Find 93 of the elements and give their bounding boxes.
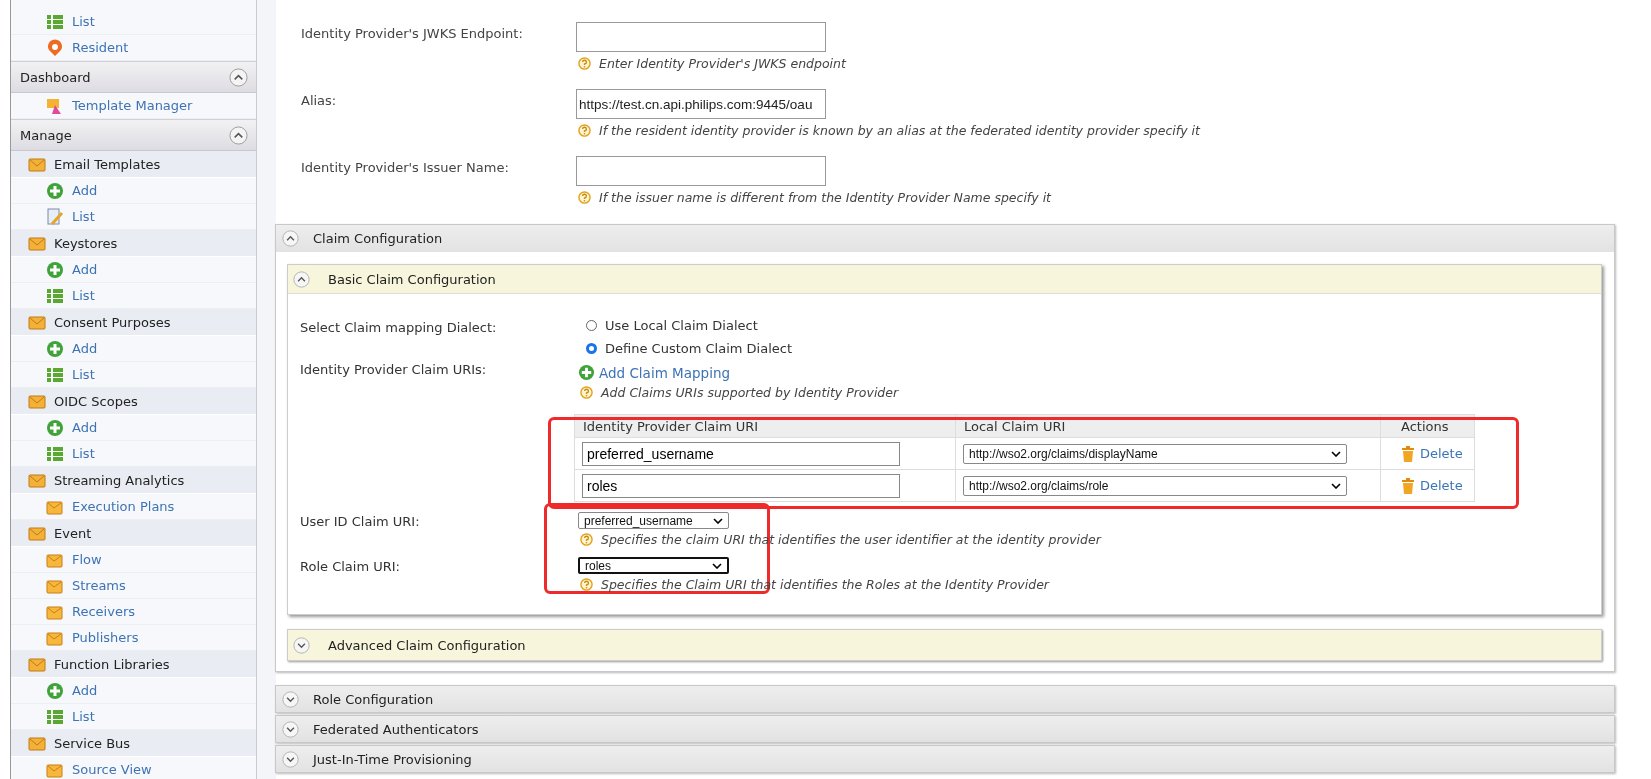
collapse-icon[interactable] (229, 125, 248, 145)
list-icon (46, 286, 64, 305)
expand-icon[interactable] (282, 750, 299, 768)
help-icon (580, 578, 593, 591)
group-label: Event (54, 525, 92, 541)
sidebar-link[interactable]: Add (11, 257, 256, 283)
claim-uri-dropdown[interactable]: roles (578, 557, 729, 574)
local-claim-dropdown[interactable]: http://wso2.org/claims/role (963, 475, 1347, 496)
sidebar-link[interactable]: Receivers (11, 599, 256, 625)
caret-icon (713, 517, 723, 524)
sidebar-link[interactable]: Streams (11, 573, 256, 599)
sidebar-link[interactable]: List (11, 9, 256, 35)
sidebar-link[interactable]: Flow (11, 547, 256, 573)
group-label: Streaming Analytics (54, 472, 185, 488)
sidebar-section-header[interactable]: Manage (11, 119, 256, 151)
section-title: Role Configuration (313, 691, 434, 707)
radio-button[interactable] (586, 320, 597, 331)
section-title: Federated Authenticators (313, 721, 479, 737)
add-icon (46, 418, 64, 437)
local-claim-dropdown[interactable]: http://wso2.org/claims/displayName (963, 443, 1347, 464)
field-label: Identity Provider's JWKS Endpoint: (301, 25, 524, 43)
sidebar-link[interactable]: Add (11, 415, 256, 441)
hint-text: Add Claims URIs supported by Identity Provider (601, 385, 899, 400)
list-icon (46, 444, 64, 463)
caret-icon (1331, 482, 1341, 489)
field-label: User ID Claim URI: (300, 513, 421, 531)
sidebar-link[interactable]: Add (11, 178, 256, 204)
text-field[interactable] (576, 156, 826, 186)
field-label: Role Claim URI: (300, 558, 401, 576)
add-icon (578, 364, 595, 381)
sidebar-link[interactable]: Source View (11, 757, 256, 779)
column-header: Local Claim URI (955, 414, 1381, 438)
add-icon (46, 181, 64, 200)
field-label: Identity Provider's Issuer Name: (301, 159, 510, 177)
help-icon (578, 57, 591, 70)
help-icon (580, 533, 593, 546)
sidebar-link[interactable]: Add (11, 336, 256, 362)
section-title: Dashboard (20, 69, 91, 85)
sidebar-section-header[interactable]: Dashboard (11, 61, 256, 93)
text-field[interactable] (576, 22, 826, 52)
collapse-icon[interactable] (282, 230, 299, 247)
expand-icon[interactable] (293, 636, 310, 654)
expand-icon[interactable] (282, 690, 299, 708)
list-icon (46, 12, 64, 31)
group-label: Consent Purposes (54, 314, 171, 330)
claim-uri-field[interactable]: preferred_username (582, 441, 900, 466)
panel-title: Claim Configuration (313, 231, 443, 246)
group-label: Email Templates (54, 156, 161, 172)
help-icon (578, 124, 591, 137)
section-title: Manage (20, 127, 72, 143)
group-label: OIDC Scopes (54, 393, 138, 409)
collapse-icon[interactable] (229, 67, 248, 87)
radio-button[interactable] (586, 343, 597, 354)
trash-icon (1401, 445, 1415, 462)
group-label: Service Bus (54, 735, 131, 751)
list-icon (46, 365, 64, 384)
trash-icon (1401, 477, 1415, 494)
hint-text: Enter Identity Provider's JWKS endpoint (599, 56, 846, 71)
text-field[interactable]: https://test.cn.api.philips.com:9445/oau (576, 89, 826, 119)
hint-text: If the resident identity provider is known by an alias at the federated identity provider specify it (599, 123, 1200, 138)
column-header: Identity Provider Claim URI (574, 414, 956, 438)
section-title: Just-In-Time Provisioning (313, 751, 472, 767)
radio-option[interactable]: Use Local Claim Dialect (586, 318, 792, 333)
group-label: Keystores (54, 235, 118, 251)
expand-icon[interactable] (282, 720, 299, 738)
sidebar-link[interactable]: Add (11, 678, 256, 704)
panel-header[interactable]: Claim Configuration (276, 225, 1614, 252)
collapsed-section-header[interactable]: Federated Authenticators (275, 715, 1615, 743)
hint-text: If the issuer name is different from the Identity Provider Name specify it (599, 190, 1051, 205)
collapsed-section-header[interactable]: Just-In-Time Provisioning (275, 745, 1615, 773)
panel-header[interactable]: Basic Claim Configuration (288, 265, 1601, 294)
group-label: Function Libraries (54, 656, 170, 672)
add-claim-mapping-link[interactable]: Add Claim Mapping (578, 364, 899, 381)
panel-header[interactable]: Advanced Claim Configuration (288, 630, 1601, 660)
help-icon (580, 386, 593, 399)
collapse-icon[interactable] (293, 270, 310, 288)
field-label: Alias: (301, 92, 338, 110)
radio-option[interactable]: Define Custom Claim Dialect (586, 341, 792, 356)
claim-uri-field[interactable]: roles (582, 473, 900, 498)
claim-uri-dropdown[interactable]: preferred_username (578, 512, 729, 529)
add-icon (46, 681, 64, 700)
panel-title: Basic Claim Configuration (328, 271, 496, 287)
caret-icon (712, 562, 722, 569)
collapsed-section-header[interactable]: Role Configuration (275, 685, 1615, 713)
edit-icon (46, 207, 64, 226)
panel-title: Advanced Claim Configuration (328, 637, 526, 653)
field-label: Identity Provider Claim URIs: (300, 361, 488, 379)
list-icon (46, 707, 64, 726)
add-icon (46, 339, 64, 358)
caret-icon (1331, 450, 1341, 457)
field-label: Select Claim mapping Dialect: (300, 319, 498, 337)
help-icon (578, 191, 591, 204)
add-icon (46, 260, 64, 279)
